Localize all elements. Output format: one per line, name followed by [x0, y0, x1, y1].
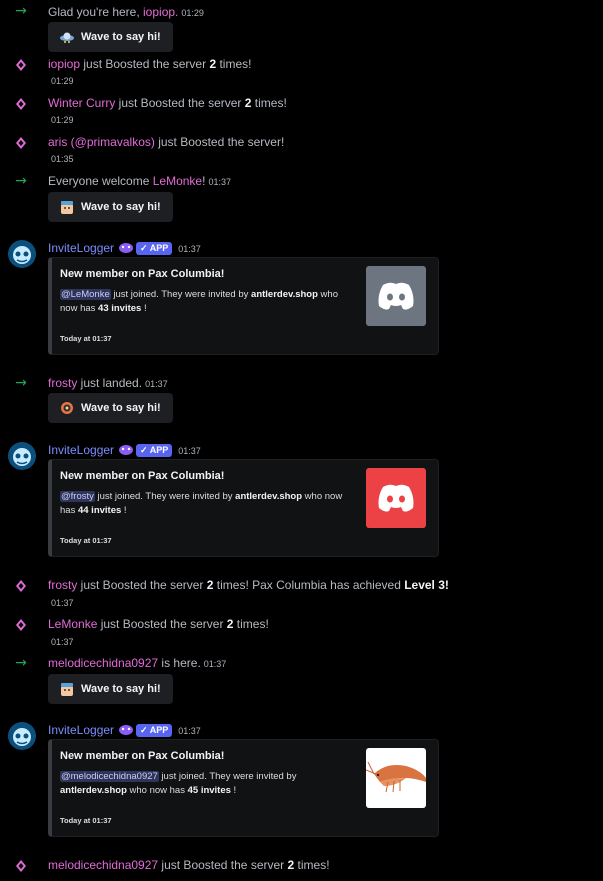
- embed-card: New member on Pax Columbia! @frosty just…: [48, 459, 439, 557]
- timestamp[interactable]: 01:37: [145, 379, 168, 389]
- gamepad-icon: [119, 243, 134, 253]
- username[interactable]: melodicechidna0927: [48, 656, 158, 670]
- timestamp[interactable]: 01:29: [181, 8, 204, 18]
- wave-button[interactable]: Wave to say hi!: [48, 22, 173, 52]
- embed-title: New member on Pax Columbia!: [60, 268, 225, 280]
- app-badge: ✓ APP: [136, 724, 173, 737]
- timestamp[interactable]: 01:37: [178, 244, 201, 254]
- avatar[interactable]: [8, 240, 36, 268]
- app-badge: ✓ APP: [136, 444, 173, 457]
- username[interactable]: iopiop.: [143, 5, 178, 19]
- timestamp[interactable]: 01:29: [51, 76, 74, 86]
- boost-gem-icon: [16, 59, 26, 71]
- embed-thumbnail[interactable]: [366, 748, 426, 808]
- boost-gem-icon: [16, 137, 26, 149]
- username[interactable]: iopiop: [48, 57, 80, 71]
- embed-description: @LeMonke just joined. They were invited …: [60, 289, 338, 314]
- embed-title: New member on Pax Columbia!: [60, 750, 225, 762]
- embed-card: New member on Pax Columbia! @LeMonke jus…: [48, 257, 439, 355]
- waving-person-sticker-icon: [61, 201, 73, 214]
- arrow-right-icon: →: [15, 3, 27, 19]
- invitelogger-avatar-icon: [8, 722, 36, 750]
- robot-sticker-icon: [61, 402, 73, 414]
- shrimp-avatar-icon: [366, 761, 426, 793]
- timestamp[interactable]: 01:37: [51, 598, 74, 608]
- username[interactable]: Winter Curry: [48, 96, 115, 110]
- embed-description: @frosty just joined. They were invited b…: [60, 491, 343, 516]
- bot-username[interactable]: InviteLogger: [48, 723, 114, 737]
- timestamp[interactable]: 01:37: [178, 726, 201, 736]
- invitelogger-avatar-icon: [8, 240, 36, 268]
- username[interactable]: melodicechidna0927: [48, 858, 158, 872]
- timestamp[interactable]: 01:35: [51, 154, 74, 164]
- username[interactable]: aris (@primavalkos): [48, 135, 155, 149]
- embed-footer: Today at 01:37: [60, 536, 112, 545]
- boost-gem-icon: [16, 619, 26, 631]
- wave-button[interactable]: Wave to say hi!: [48, 393, 173, 423]
- boost-gem-icon: [16, 98, 26, 110]
- avatar[interactable]: [8, 722, 36, 750]
- timestamp[interactable]: 01:29: [51, 115, 74, 125]
- message-text: Glad you're here,: [48, 5, 144, 19]
- ufo-sticker-icon: [60, 32, 74, 43]
- arrow-right-icon: →: [15, 375, 27, 391]
- boost-gem-icon: [16, 860, 26, 872]
- discord-logo-icon: [378, 484, 414, 512]
- invitelogger-avatar-icon: [8, 442, 36, 470]
- timestamp[interactable]: 01:37: [178, 446, 201, 456]
- user-mention[interactable]: @melodicechidna0927: [60, 771, 159, 782]
- username[interactable]: frosty: [48, 578, 77, 592]
- arrow-right-icon: →: [15, 173, 27, 189]
- avatar[interactable]: [8, 442, 36, 470]
- embed-thumbnail[interactable]: [366, 266, 426, 326]
- gamepad-icon: [119, 445, 134, 455]
- app-badge: ✓ APP: [136, 242, 173, 255]
- wave-button[interactable]: Wave to say hi!: [48, 674, 173, 704]
- discord-logo-icon: [378, 282, 414, 310]
- username[interactable]: LeMonke: [48, 617, 97, 631]
- timestamp[interactable]: 01:37: [208, 177, 231, 187]
- gamepad-icon: [119, 725, 134, 735]
- waving-person-sticker-icon: [61, 683, 73, 696]
- username[interactable]: frosty: [48, 376, 77, 390]
- bot-username[interactable]: InviteLogger: [48, 443, 114, 457]
- embed-card: New member on Pax Columbia! @melodicechi…: [48, 739, 439, 837]
- timestamp[interactable]: 01:37: [51, 637, 74, 647]
- user-mention[interactable]: @frosty: [60, 491, 95, 502]
- embed-description: @melodicechidna0927 just joined. They we…: [60, 771, 297, 796]
- arrow-right-icon: →: [15, 655, 27, 671]
- embed-footer: Today at 01:37: [60, 816, 112, 825]
- timestamp[interactable]: 01:37: [204, 659, 227, 669]
- embed-title: New member on Pax Columbia!: [60, 470, 225, 482]
- user-mention[interactable]: @LeMonke: [60, 289, 111, 300]
- username[interactable]: LeMonke: [153, 174, 202, 188]
- boost-gem-icon: [16, 580, 26, 592]
- bot-username[interactable]: InviteLogger: [48, 241, 114, 255]
- embed-thumbnail[interactable]: [366, 468, 426, 528]
- embed-footer: Today at 01:37: [60, 334, 112, 343]
- wave-button[interactable]: Wave to say hi!: [48, 192, 173, 222]
